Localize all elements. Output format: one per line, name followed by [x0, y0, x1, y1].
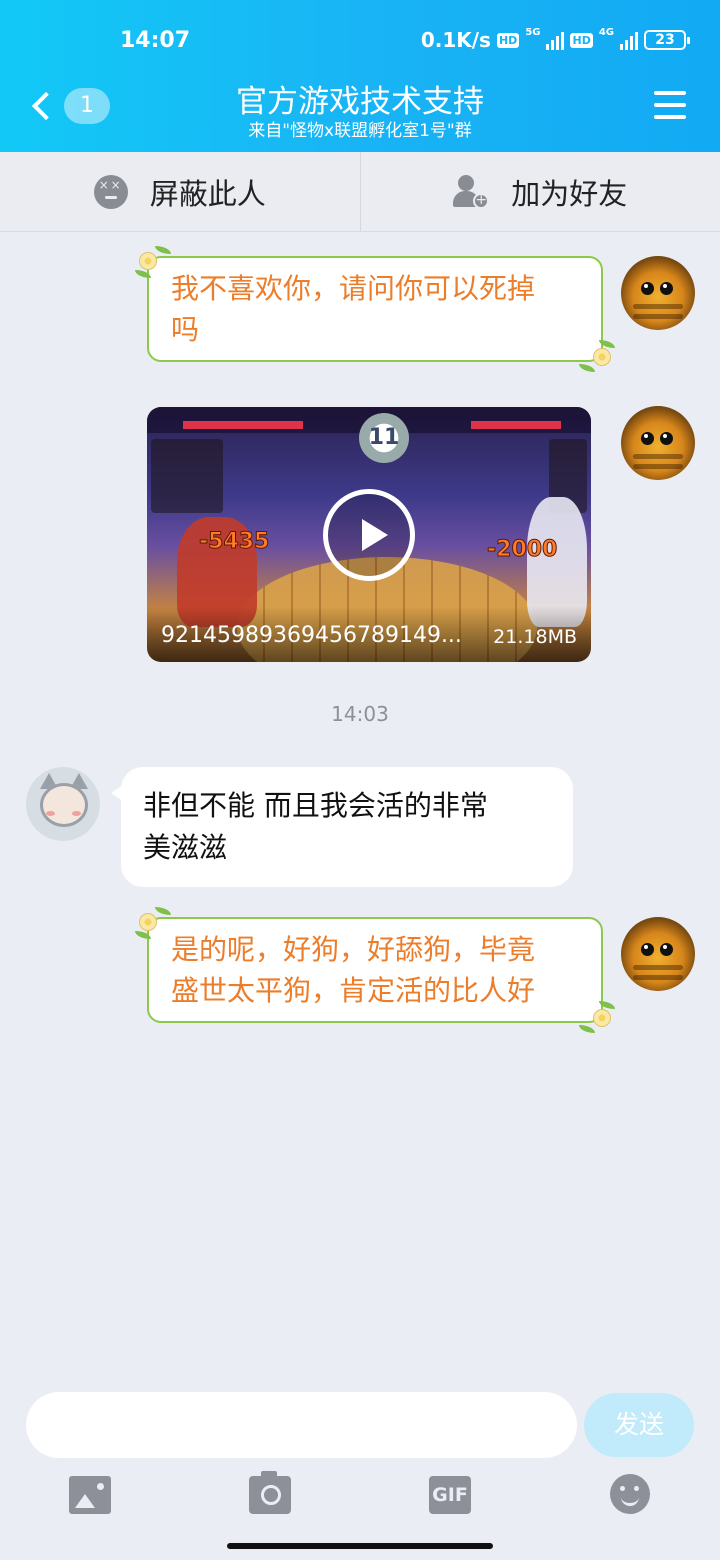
round-badge: 11: [359, 413, 409, 463]
status-bar: 14:07 0.1K/s HD 5G HD 4G 23: [0, 0, 720, 82]
message-bubble[interactable]: 非但不能 而且我会活的非常 美滋滋: [111, 767, 573, 887]
flower-decoration: [135, 903, 179, 939]
image-icon[interactable]: [69, 1476, 111, 1514]
home-indicator[interactable]: [227, 1543, 493, 1549]
status-time: 14:07: [120, 28, 191, 53]
network-type-label: 4G: [598, 27, 614, 38]
block-user-button[interactable]: 屏蔽此人: [0, 152, 360, 231]
hd-badge: HD: [570, 32, 593, 48]
message-text-line: 是的呢，好狗，好舔狗，毕竟: [171, 933, 536, 966]
video-file-name: 92145989369456789149...: [161, 623, 462, 648]
flower-decoration: [571, 340, 615, 376]
message-timestamp: 14:03: [331, 702, 389, 726]
flower-decoration: [135, 242, 179, 278]
add-friend-icon: +: [453, 174, 490, 209]
emoji-icon[interactable]: [610, 1474, 650, 1514]
menu-icon[interactable]: [654, 91, 686, 119]
message-input[interactable]: [26, 1392, 577, 1458]
add-friend-button[interactable]: + 加为好友: [359, 152, 720, 231]
input-bar: 发送 GIF: [0, 1380, 720, 1560]
signal-icon: [546, 30, 565, 50]
avatar[interactable]: [621, 256, 695, 330]
send-button[interactable]: 发送: [584, 1393, 694, 1457]
network-type-label: 5G: [525, 27, 541, 38]
damage-number: -2000: [486, 537, 558, 563]
block-icon: [93, 174, 128, 209]
message-bubble[interactable]: 我不喜欢你，请问你可以死掉 吗: [135, 246, 615, 372]
block-user-label: 屏蔽此人: [149, 176, 266, 211]
gif-icon[interactable]: GIF: [429, 1476, 471, 1514]
chat-title: 官方游戏技术支持: [236, 84, 484, 120]
flower-decoration: [571, 1001, 615, 1037]
signal-icon: [620, 30, 638, 50]
battery-icon: 23: [644, 30, 690, 50]
damage-number: -5435: [198, 529, 270, 555]
message-text-line: 盛世太平狗，肯定活的比人好: [171, 974, 536, 1007]
status-indicators: 0.1K/s HD 5G HD 4G 23: [420, 27, 690, 52]
add-friend-label: 加为好友: [511, 176, 628, 211]
avatar[interactable]: [621, 406, 695, 480]
hd-badge: HD: [496, 32, 520, 48]
video-file-size: 21.18MB: [493, 626, 577, 648]
video-message[interactable]: 11 -5435 -2000 92145989369456789149... 2…: [147, 407, 591, 662]
chat-subtitle: 来自"怪物x联盟孵化室1号"群: [248, 121, 472, 141]
message-text-line: 非但不能 而且我会活的非常: [143, 789, 488, 822]
action-bar: 屏蔽此人 + 加为好友: [0, 152, 720, 232]
avatar[interactable]: [621, 917, 695, 991]
avatar[interactable]: [26, 767, 100, 841]
play-icon[interactable]: [323, 489, 415, 581]
message-bubble[interactable]: 是的呢，好狗，好舔狗，毕竟 盛世太平狗，肯定活的比人好: [135, 907, 615, 1033]
chat-header: 14:07 0.1K/s HD 5G HD 4G 23 1 官方游戏技术支持 来…: [0, 0, 720, 152]
message-text-line: 我不喜欢你，请问你可以死掉: [171, 272, 536, 305]
net-speed: 0.1K/s: [420, 28, 491, 52]
message-text-line: 美滋滋: [143, 831, 228, 864]
camera-icon[interactable]: [249, 1471, 291, 1514]
message-text-line: 吗: [171, 313, 200, 346]
